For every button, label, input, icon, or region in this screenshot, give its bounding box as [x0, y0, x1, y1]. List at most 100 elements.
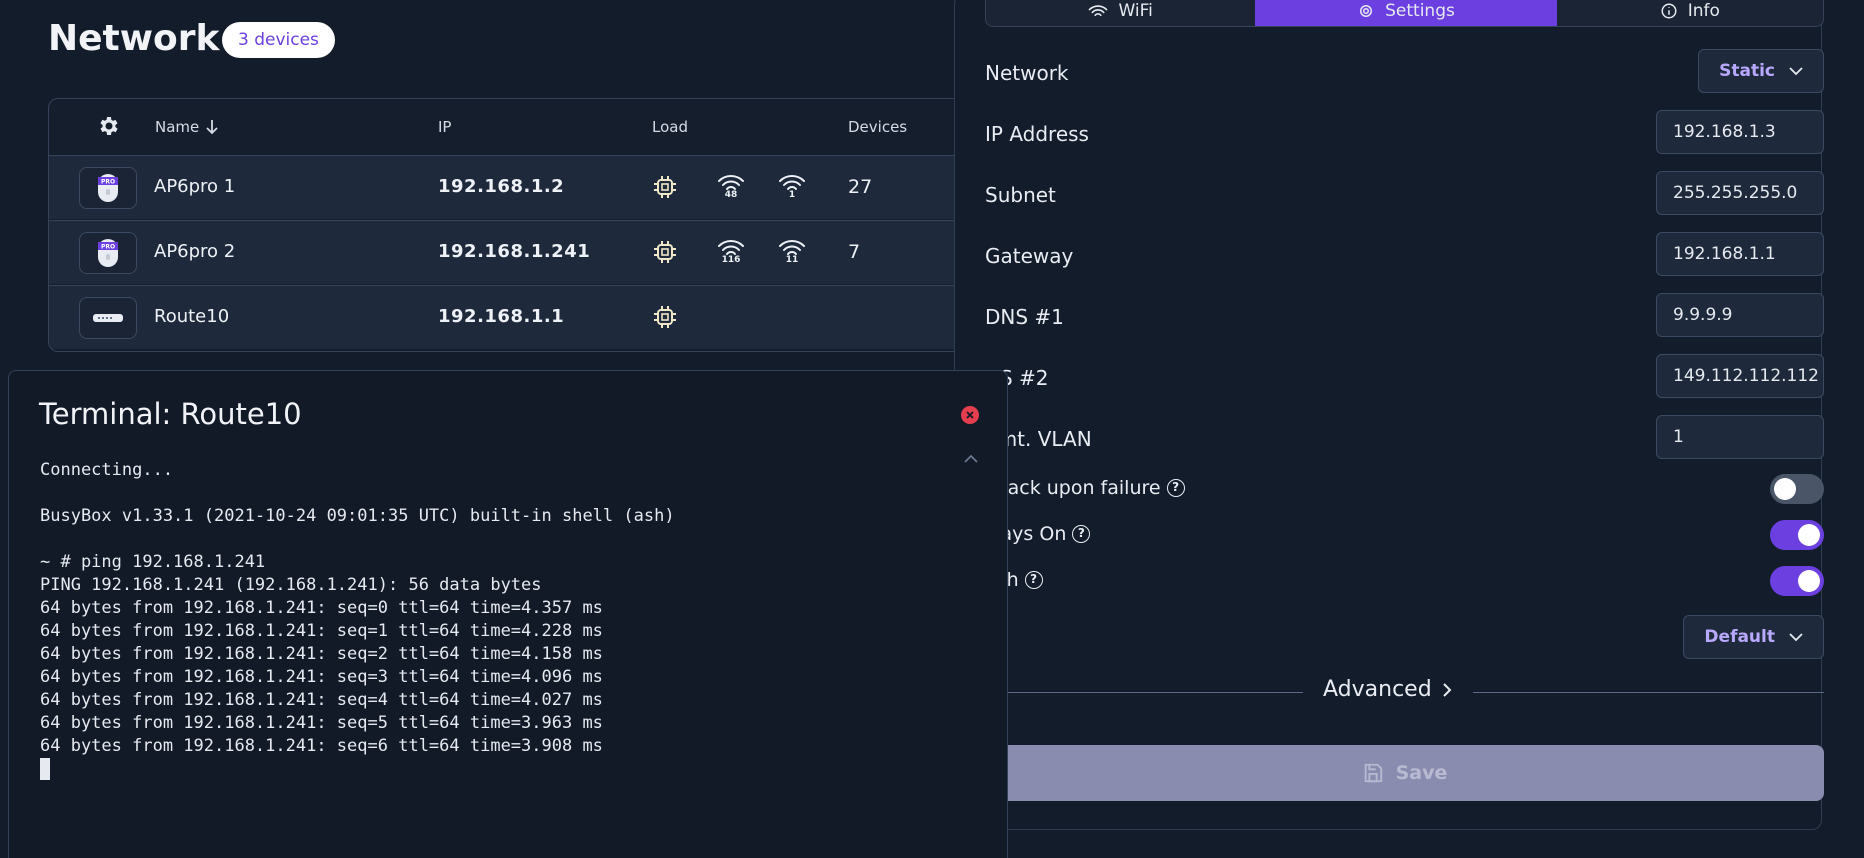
device-table: Name IP Load Devices PRO AP6pro 1 192.16… — [48, 98, 1008, 352]
svg-text:PRO: PRO — [101, 179, 115, 186]
chip-icon — [651, 239, 679, 269]
subnet-input[interactable]: 255.255.255.0 — [1656, 171, 1824, 215]
terminal-line: 64 bytes from 192.168.1.241: seq=1 ttl=6… — [40, 621, 603, 641]
vlan-input[interactable]: 1 — [1656, 415, 1824, 459]
chip-icon — [651, 174, 679, 204]
divider-line — [985, 692, 1303, 693]
toggle-knob — [1774, 478, 1796, 500]
chevron-up-icon[interactable] — [964, 451, 978, 467]
router-device-icon — [79, 297, 137, 339]
device-ip: 192.168.1.2 — [438, 176, 565, 197]
divider-line — [1473, 692, 1824, 693]
field-label: Gateway — [985, 244, 1074, 268]
device-count-badge: 3 devices — [222, 22, 335, 58]
field-label: Network — [985, 61, 1069, 85]
gear-icon — [1360, 4, 1373, 17]
ip-address-row: IP Address 192.168.1.3 — [985, 110, 1824, 158]
help-icon[interactable]: ? — [1024, 571, 1043, 589]
advanced-toggle[interactable]: Advanced — [1323, 677, 1452, 702]
wifi-icon: 48 — [713, 174, 749, 204]
device-name: AP6pro 2 — [154, 241, 236, 262]
toggle-knob — [1798, 524, 1820, 546]
terminal-line: 64 bytes from 192.168.1.241: seq=4 ttl=6… — [40, 690, 603, 710]
terminal-line: 64 bytes from 192.168.1.241: seq=5 ttl=6… — [40, 713, 603, 733]
table-row[interactable]: Route10 192.168.1.1 — [49, 285, 1007, 349]
device-count: 27 — [848, 176, 873, 198]
chip-icon — [651, 304, 679, 334]
led-select[interactable]: Default — [1683, 615, 1824, 659]
toggle-knob — [1798, 570, 1820, 592]
info-icon — [1661, 3, 1677, 18]
wifi-icon: 11 — [774, 239, 810, 269]
led-row: D Default — [985, 615, 1824, 663]
advanced-divider: Advanced — [985, 677, 1824, 707]
column-header-load[interactable]: Load — [652, 118, 688, 136]
gateway-row: Gateway 192.168.1.1 — [985, 232, 1824, 280]
terminal-window[interactable]: Terminal: Route10 Connecting... BusyBox … — [8, 370, 1008, 858]
terminal-line: Connecting... — [40, 460, 174, 480]
page-title: Network — [48, 18, 220, 59]
close-icon[interactable] — [961, 406, 979, 424]
terminal-line: ~ # ping 192.168.1.241 — [40, 552, 266, 572]
help-icon[interactable]: ? — [1072, 525, 1091, 543]
terminal-line: 64 bytes from 192.168.1.241: seq=6 ttl=6… — [40, 736, 603, 756]
gear-icon[interactable] — [97, 114, 121, 142]
gateway-input[interactable]: 192.168.1.1 — [1656, 232, 1824, 276]
field-label: IP Address — [985, 122, 1089, 146]
dns2-row: NS #2 149.112.112.112 — [985, 354, 1824, 402]
field-label: DNS #1 — [985, 305, 1064, 329]
tab-info[interactable]: Info — [1557, 0, 1823, 26]
subnet-row: Subnet 255.255.255.0 — [985, 171, 1824, 219]
ap-device-icon: PRO — [79, 167, 137, 209]
terminal-line: PING 192.168.1.241 (192.168.1.241): 56 d… — [40, 575, 542, 595]
field-label: Subnet — [985, 183, 1056, 207]
save-button[interactable]: Save — [985, 745, 1824, 801]
column-header-name[interactable]: Name — [155, 118, 219, 136]
dns1-input[interactable]: 9.9.9.9 — [1656, 293, 1824, 337]
ip-address-input[interactable]: 192.168.1.3 — [1656, 110, 1824, 154]
terminal-cursor-line — [40, 758, 675, 781]
device-ip: 192.168.1.1 — [438, 306, 565, 327]
mesh-toggle[interactable] — [1770, 566, 1824, 596]
terminal-output[interactable]: Connecting... BusyBox v1.33.1 (2021-10-2… — [40, 459, 675, 781]
always-on-row: ways On ? — [985, 515, 1824, 555]
wifi-icon — [1089, 4, 1108, 16]
device-name: AP6pro 1 — [154, 176, 236, 197]
table-row[interactable]: PRO AP6pro 1 192.168.1.2 48 1 27 — [49, 155, 1007, 219]
help-icon[interactable]: ? — [1166, 479, 1185, 497]
network-mode-row: Network Static — [985, 49, 1824, 97]
panel-tabs: WiFi Settings Info — [985, 0, 1824, 27]
table-row[interactable]: PRO AP6pro 2 192.168.1.241 116 11 7 — [49, 220, 1007, 284]
fallback-toggle[interactable] — [1770, 474, 1824, 504]
chevron-down-icon — [1789, 632, 1803, 641]
table-header: Name IP Load Devices — [49, 99, 1007, 155]
field-label: llback upon failure ? — [985, 477, 1185, 499]
wifi-icon: 116 — [713, 239, 749, 269]
network-mode-select[interactable]: Static — [1698, 49, 1824, 93]
fallback-row: llback upon failure ? — [985, 469, 1824, 509]
terminal-line: 64 bytes from 192.168.1.241: seq=0 ttl=6… — [40, 598, 603, 618]
column-header-devices[interactable]: Devices — [848, 118, 907, 136]
terminal-line: 64 bytes from 192.168.1.241: seq=2 ttl=6… — [40, 644, 603, 664]
arrow-down-icon — [206, 120, 218, 135]
dns1-row: DNS #1 9.9.9.9 — [985, 293, 1824, 341]
tab-wifi[interactable]: WiFi — [986, 0, 1255, 26]
chevron-right-icon — [1442, 682, 1452, 697]
terminal-line: 64 bytes from 192.168.1.241: seq=3 ttl=6… — [40, 667, 603, 687]
device-ip: 192.168.1.241 — [438, 241, 591, 262]
floppy-icon — [1364, 763, 1382, 783]
always-on-toggle[interactable] — [1770, 520, 1824, 550]
device-count: 7 — [848, 241, 861, 263]
chevron-down-icon — [1789, 66, 1803, 75]
mesh-row: esh ? — [985, 561, 1824, 601]
wifi-icon: 1 — [774, 174, 810, 204]
vlan-row: gmt. VLAN 1 — [985, 415, 1824, 463]
tab-settings[interactable]: Settings — [1255, 0, 1557, 26]
settings-panel: WiFi Settings Info Network Static IP Add… — [954, 0, 1824, 830]
column-header-ip[interactable]: IP — [438, 118, 451, 136]
dns2-input[interactable]: 149.112.112.112 — [1656, 354, 1824, 398]
device-name: Route10 — [154, 306, 230, 327]
terminal-title: Terminal: Route10 — [39, 397, 302, 431]
